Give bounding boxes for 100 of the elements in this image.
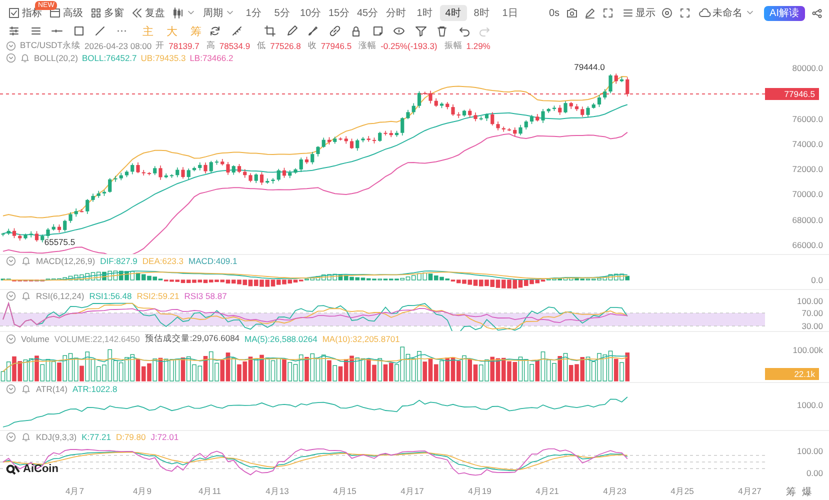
axis-label: 0.00: [806, 468, 823, 478]
link-icon[interactable]: [328, 25, 340, 37]
quote-label: 振幅: [444, 40, 462, 52]
rewind-icon: [131, 7, 143, 19]
high-price-label: 79444.0: [574, 62, 605, 72]
axis-label: 4月9: [132, 486, 152, 498]
indicator-value: 预估成交量:29,076.6084: [144, 333, 240, 345]
ruler-icon[interactable]: [230, 25, 242, 37]
quote-value: 77526.8: [270, 41, 301, 51]
bell-icon[interactable]: [20, 53, 30, 63]
bell-icon[interactable]: [21, 432, 31, 442]
note-icon[interactable]: [372, 25, 384, 37]
pen-icon[interactable]: [584, 7, 596, 19]
axis-label: 100.00k: [792, 345, 823, 355]
quote-value: 1.29%: [466, 41, 490, 51]
period-tab[interactable]: 分时: [382, 5, 410, 21]
period-tab[interactable]: 8时: [468, 5, 495, 21]
footer-button[interactable]: 爆: [799, 485, 815, 499]
diagonal-line-icon[interactable]: [94, 25, 106, 37]
indicator-value: MA(5):26,588.0264: [244, 334, 318, 344]
toolbar-button[interactable]: 多窗: [88, 4, 126, 22]
ai-button[interactable]: AI解读: [764, 6, 805, 20]
cloud-icon: [698, 7, 711, 19]
period-tab[interactable]: 5分: [268, 5, 296, 21]
fullscreen-icon[interactable]: [678, 7, 691, 19]
refresh-interval[interactable]: 0s: [548, 8, 560, 18]
camera-icon[interactable]: [566, 7, 578, 19]
collapse-icon[interactable]: [6, 384, 16, 394]
axis-label: 4月15: [332, 486, 358, 498]
period-tab[interactable]: 10分: [297, 5, 324, 21]
logo-icon: [6, 463, 20, 475]
footer-button[interactable]: 筹: [783, 485, 799, 499]
collapse-icon[interactable]: [6, 41, 16, 51]
indicator-name: Volume: [21, 334, 50, 344]
indicator-value: ATR:1022.8: [72, 384, 118, 394]
trash-icon[interactable]: [436, 25, 448, 37]
axis-label: 76000.0: [792, 114, 823, 124]
period-tab[interactable]: 4时: [440, 5, 466, 21]
bell-icon[interactable]: [21, 384, 31, 394]
axis-label: 74000.0: [792, 138, 823, 149]
collapse-icon[interactable]: [6, 334, 16, 344]
indicator-value: K:77.21: [82, 432, 111, 442]
display-button[interactable]: 显示: [620, 4, 658, 22]
layout-dropdown[interactable]: 未命名: [696, 4, 757, 22]
bell-icon[interactable]: [21, 291, 31, 301]
brush-icon[interactable]: [307, 25, 319, 37]
axis-label: 100.00: [797, 446, 823, 456]
indicator-value: RSI1:56.48: [89, 291, 132, 301]
quote-label: 开: [156, 40, 165, 52]
frame-icon[interactable]: [602, 7, 614, 19]
sliders-icon[interactable]: [8, 25, 20, 37]
filter-icon[interactable]: [414, 25, 426, 37]
symbol-name: BTC/USDT永续: [20, 40, 80, 52]
axis-label: 1000.0: [797, 400, 823, 410]
period-tab[interactable]: 1分: [240, 5, 267, 21]
low-price-label: 65575.5: [44, 237, 76, 248]
period-tab[interactable]: 45分: [354, 5, 381, 21]
quote-value: 78139.7: [168, 41, 200, 51]
candlestick-icon: [172, 7, 184, 19]
period-dropdown[interactable]: 周期: [201, 4, 237, 22]
crop-icon[interactable]: [264, 25, 276, 37]
eye-icon[interactable]: [393, 25, 405, 37]
period-tab[interactable]: 1时: [411, 5, 438, 21]
collapse-icon[interactable]: [6, 256, 16, 266]
collapse-icon[interactable]: [6, 53, 16, 63]
axis-label: 70000.0: [792, 189, 823, 200]
indicator-value: RSI3 58.87: [184, 291, 227, 301]
lock-icon[interactable]: [350, 25, 362, 37]
collapse-icon[interactable]: [6, 432, 16, 442]
indicator-value: LB:73466.2: [190, 53, 234, 63]
indicator-value: VOLUME:22,142.6450: [54, 334, 140, 344]
logo-text: AiCoin: [23, 463, 58, 475]
toolbar-button[interactable]: 复盘: [129, 4, 167, 22]
rectangle-icon[interactable]: [72, 25, 84, 37]
indicator-value: MACD:409.1: [188, 256, 238, 266]
indicator-name: BOLL(20,2): [34, 53, 78, 63]
indicator-value: RSI2:59.21: [136, 291, 180, 301]
share-icon[interactable]: [811, 7, 823, 19]
indicator-box-icon: [8, 7, 20, 19]
quote-label: 高: [206, 40, 216, 52]
cycle-icon[interactable]: [209, 25, 221, 37]
undo-icon[interactable]: [458, 25, 470, 37]
indicator-name: ATR(14): [36, 384, 68, 394]
axis-label: 100.00: [797, 296, 823, 306]
list-icon[interactable]: [30, 25, 42, 37]
indicator-value: UB:79435.3: [140, 53, 186, 63]
indicator-value: J:72.01: [150, 432, 179, 442]
target-icon[interactable]: [660, 7, 673, 19]
period-tab[interactable]: 15分: [326, 5, 352, 21]
last-price-badge: 77946.5: [765, 88, 819, 100]
candle-time: 2026-04-23 08:00: [84, 41, 152, 51]
collapse-icon[interactable]: [6, 291, 16, 301]
axis-label: 4月11: [197, 486, 222, 498]
bell-icon[interactable]: [21, 256, 31, 266]
pencil-icon[interactable]: [286, 25, 298, 37]
period-tab[interactable]: 1日: [496, 5, 524, 21]
quote-value: 77946.5: [320, 41, 352, 51]
axis-label: 4月27: [737, 486, 762, 498]
indicator-value: D:79.80: [116, 432, 146, 442]
indicator-name: RSI(6,12,24): [36, 291, 84, 301]
